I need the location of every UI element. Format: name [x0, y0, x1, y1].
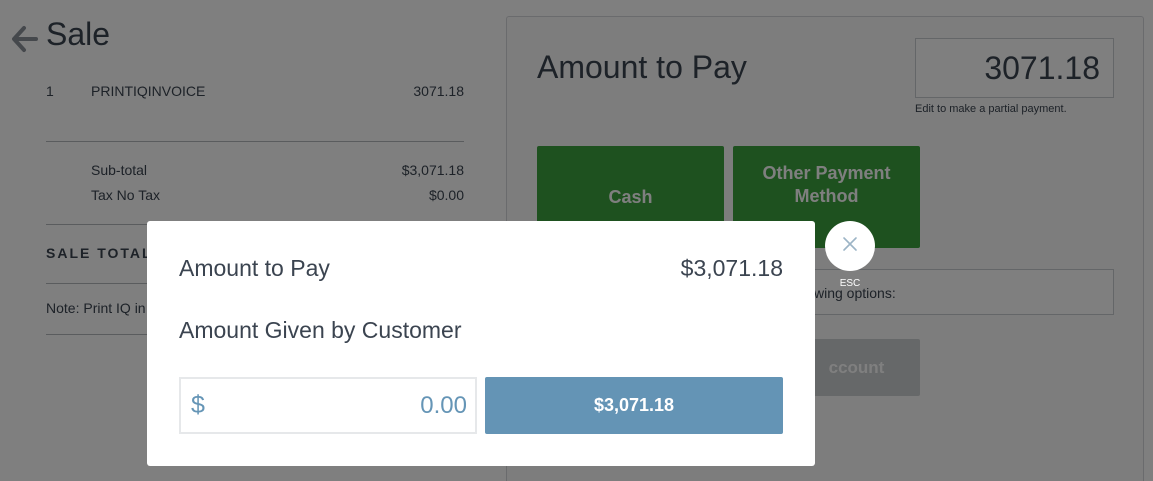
amount-given-label: Amount Given by Customer — [179, 317, 462, 343]
modal-amount-value: $3,071.18 — [680, 255, 783, 281]
close-button[interactable] — [825, 221, 875, 271]
cash-payment-modal: Amount to Pay $3,071.18 Amount Given by … — [147, 221, 815, 466]
exact-amount-button[interactable]: $3,071.18 — [485, 377, 783, 434]
close-icon — [842, 236, 858, 257]
modal-amount-label: Amount to Pay — [179, 255, 330, 281]
amount-given-field[interactable]: $ — [179, 377, 477, 434]
currency-symbol: $ — [191, 391, 205, 419]
close-shortcut-label: ESC — [839, 278, 861, 289]
amount-given-input[interactable] — [217, 383, 467, 429]
